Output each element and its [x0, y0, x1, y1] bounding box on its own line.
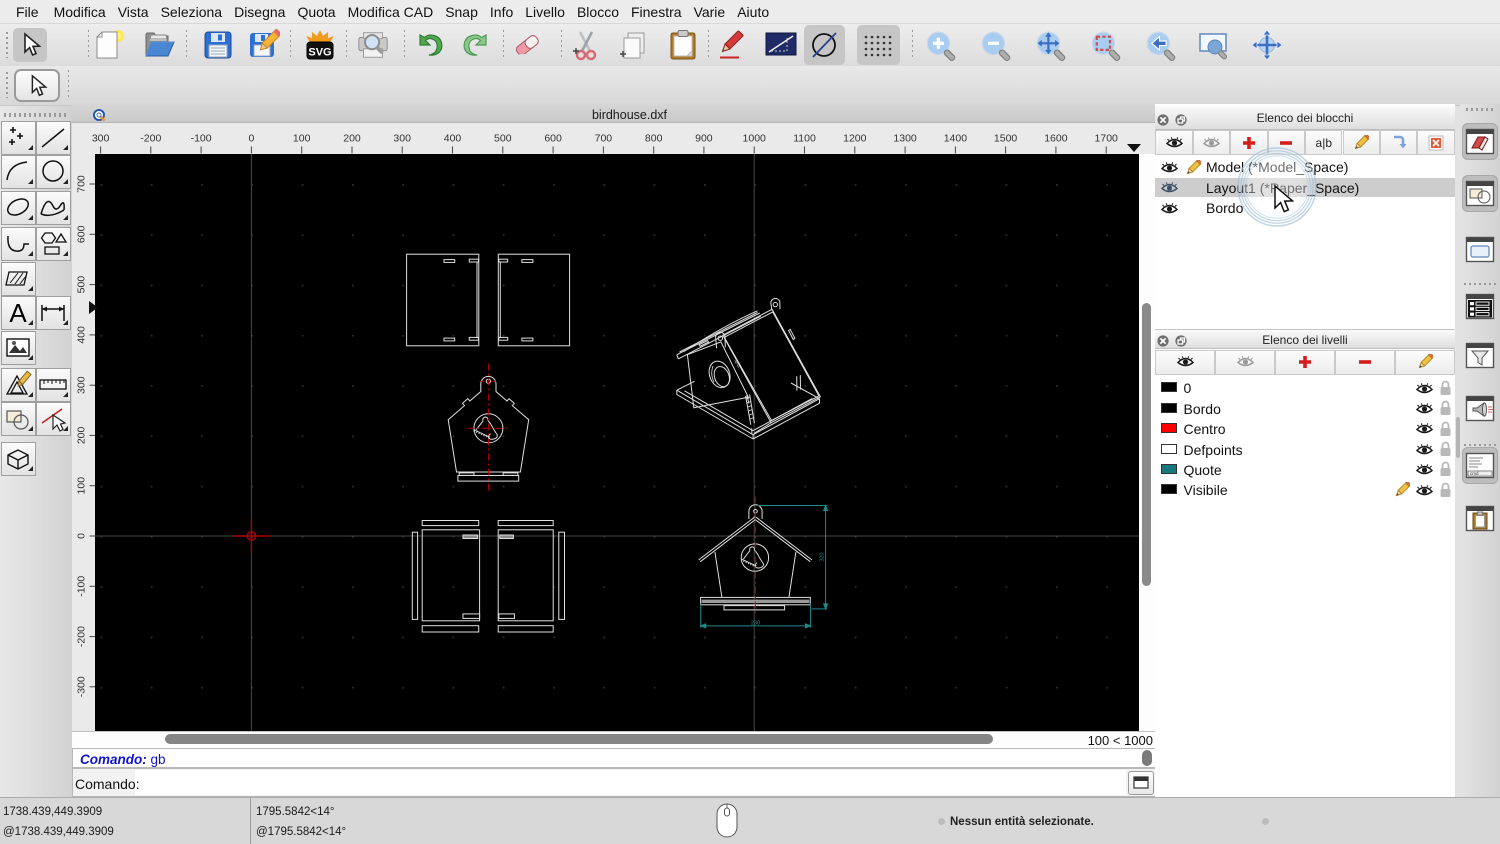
svg-text:500: 500	[76, 276, 88, 294]
svg-text:-200: -200	[140, 133, 161, 145]
svg-text:1000: 1000	[743, 133, 767, 145]
svg-text:320: 320	[820, 553, 826, 562]
svg-text:1100: 1100	[793, 133, 816, 145]
svg-text:600: 600	[76, 225, 88, 243]
svg-text:300: 300	[92, 133, 110, 145]
svg-text:230: 230	[751, 620, 760, 626]
svg-text:-100: -100	[76, 576, 88, 597]
svg-text:-300: -300	[76, 676, 88, 697]
svg-text:-200: -200	[76, 626, 88, 647]
svg-text:300: 300	[76, 376, 88, 394]
svg-text:400: 400	[76, 326, 88, 344]
svg-text:1400: 1400	[944, 133, 968, 145]
svg-text:700: 700	[76, 175, 88, 193]
svg-text:100: 100	[293, 133, 311, 145]
svg-text:0: 0	[248, 133, 254, 145]
svg-text:1700: 1700	[1095, 133, 1119, 145]
svg-text:0: 0	[76, 533, 88, 539]
svg-text:1200: 1200	[843, 133, 867, 145]
svg-text:100: 100	[76, 477, 88, 495]
svg-text:300: 300	[393, 133, 411, 145]
svg-text:400: 400	[444, 133, 462, 145]
svg-text:1500: 1500	[994, 133, 1018, 145]
svg-text:800: 800	[645, 133, 663, 145]
svg-text:1300: 1300	[893, 133, 917, 145]
svg-text:1600: 1600	[1044, 133, 1068, 145]
svg-text:700: 700	[595, 133, 613, 145]
svg-text:500: 500	[494, 133, 512, 145]
svg-text:600: 600	[544, 133, 562, 145]
svg-text:-100: -100	[191, 133, 212, 145]
svg-text:200: 200	[343, 133, 361, 145]
svg-text:cmd: cmd	[1470, 471, 1479, 476]
svg-text:200: 200	[76, 426, 88, 444]
svg-text:900: 900	[695, 133, 713, 145]
